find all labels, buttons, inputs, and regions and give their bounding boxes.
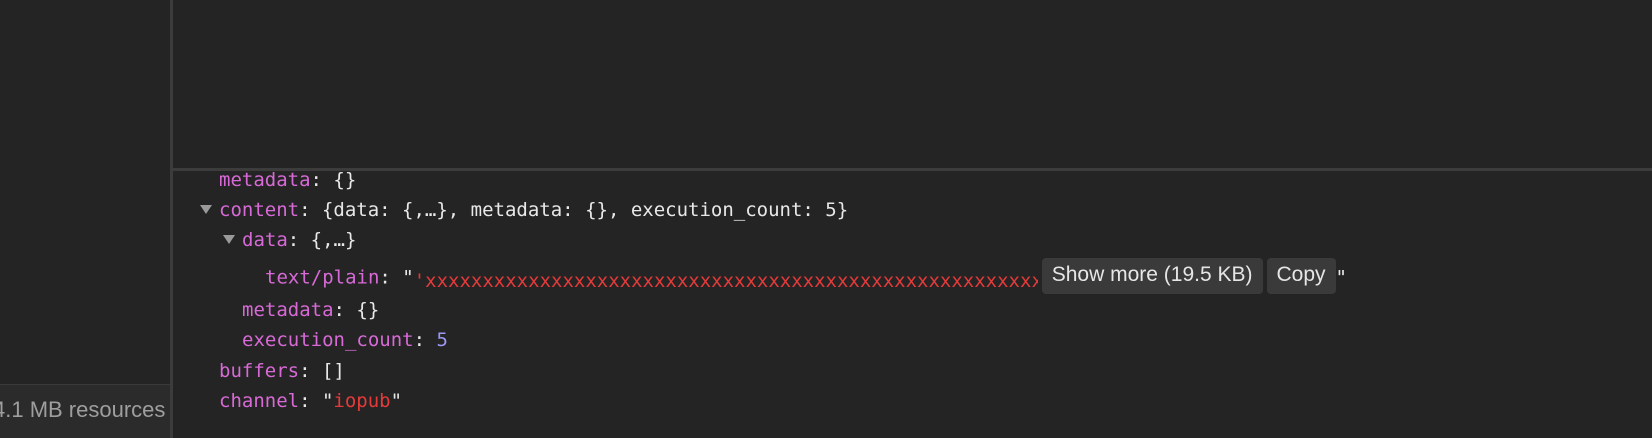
string-quote-close: " (390, 390, 403, 412)
tree-row-buffers[interactable]: buffers: [] (219, 356, 345, 386)
devtools-window: 4.1 MB resources metadata: {} content: {… (0, 0, 1652, 438)
string-quote-open: " (402, 266, 414, 289)
tree-row-content[interactable]: content: {data: {,…}, metadata: {}, exec… (200, 195, 848, 225)
tree-sep: : (413, 329, 437, 351)
tree-number-value: 5 (436, 329, 448, 351)
string-quote-open: " (321, 390, 334, 412)
tree-key: execution_count (242, 329, 414, 351)
tree-row-inner-metadata[interactable]: metadata: {} (242, 295, 379, 325)
tree-sep: : (299, 199, 322, 221)
tree-row-channel[interactable]: channel: "iopub" (219, 386, 402, 416)
string-value: iopub (333, 390, 391, 412)
tree-key: channel (219, 390, 300, 412)
string-value[interactable]: 'xxxxxxxxxxxxxxxxxxxxxxxxxxxxxxxxxxxxxxx… (414, 266, 1038, 296)
tree-value: {} (333, 171, 357, 191)
show-more-button[interactable]: Show more (19.5 KB) (1041, 258, 1263, 294)
tree-sep: : (310, 171, 334, 191)
tree-key: metadata (219, 171, 311, 191)
tree-sep: : (287, 229, 311, 251)
tree-row-data[interactable]: data: {,…} (223, 225, 356, 255)
tree-key: data (242, 229, 288, 251)
request-list-panel (0, 0, 170, 438)
tree-key: metadata (242, 299, 334, 321)
status-bar: 4.1 MB resources (0, 384, 170, 438)
tree-sep: : (379, 266, 403, 289)
copy-button[interactable]: Copy (1266, 258, 1336, 294)
tree-row-metadata[interactable]: metadata: {} (219, 171, 356, 195)
message-detail-tree: metadata: {} content: {data: {,…}, metad… (173, 171, 1652, 438)
triangle-down-icon[interactable] (200, 205, 212, 214)
tree-key: buffers (219, 360, 300, 382)
string-quote-close: " (1335, 266, 1347, 289)
tree-sep: : (299, 390, 322, 412)
tree-row-text-plain[interactable]: text/plain: "'xxxxxxxxxxxxxxxxxxxxxxxxxx… (265, 258, 1347, 294)
messages-table-panel (173, 0, 1652, 168)
tree-key: content (219, 199, 300, 221)
tree-preview: {,…} (310, 229, 357, 251)
tree-sep: : (299, 360, 322, 382)
triangle-down-icon[interactable] (223, 235, 235, 244)
tree-value: {} (356, 299, 380, 321)
tree-value: [] (321, 360, 345, 382)
resources-size-text: 4.1 MB resources (0, 397, 166, 422)
tree-preview: {data: {,…}, metadata: {}, execution_cou… (321, 199, 849, 221)
tree-sep: : (333, 299, 357, 321)
tree-key: text/plain (265, 266, 380, 289)
tree-row-execution-count[interactable]: execution_count: 5 (242, 325, 448, 355)
